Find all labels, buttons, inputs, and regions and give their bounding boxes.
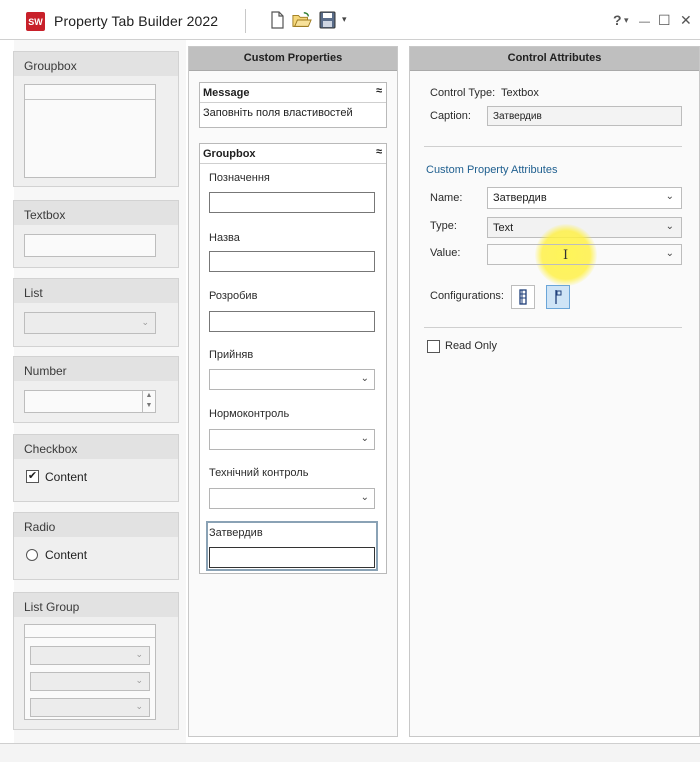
control-type-label: Control Type: [430, 87, 496, 99]
field-label: Нормоконтроль [209, 408, 290, 420]
control-type-value: Textbox [501, 87, 539, 99]
field-textbox[interactable] [209, 311, 375, 332]
field-dropdown[interactable]: ⌄ [209, 488, 375, 509]
message-text: Заповніть поля властивостей [203, 107, 353, 119]
palette-number[interactable]: Number ▲ ▼ [13, 356, 179, 423]
field-label: Прийняв [209, 349, 254, 361]
palette-radio-circle-icon [26, 549, 38, 561]
help-dropdown-icon[interactable]: ▾ [624, 15, 629, 26]
save-dropdown-icon[interactable]: ▾ [342, 14, 347, 25]
palette-list-label: List [14, 279, 178, 303]
palette-radio-content: Content [45, 548, 88, 562]
palette-textbox[interactable]: Textbox [13, 200, 179, 268]
field-label: Назва [209, 232, 240, 244]
palette-checkbox-content: Content [45, 470, 88, 484]
type-label: Type: [430, 220, 457, 232]
palette-number-preview: ▲ ▼ [24, 390, 156, 413]
collapse-icon[interactable]: ≈ [376, 85, 382, 97]
save-icon[interactable] [318, 11, 338, 29]
type-value: Text [493, 222, 514, 234]
read-only-label: Read Only [445, 340, 497, 352]
maximize-icon[interactable]: ☐ [658, 12, 671, 29]
palette-textbox-preview [24, 234, 156, 257]
name-label: Name: [430, 192, 463, 204]
message-group-title: Message [203, 87, 250, 99]
field-label: Розробив [209, 290, 258, 302]
palette-number-label: Number [14, 357, 178, 381]
palette-radio[interactable]: Radio Content [13, 512, 179, 580]
chevron-down-icon: ⌄ [665, 248, 674, 259]
caption-field[interactable]: Затвердив [487, 106, 682, 126]
name-value: Затвердив [493, 192, 547, 204]
all-configurations-button[interactable] [511, 285, 535, 309]
minimize-icon[interactable]: — [639, 16, 650, 28]
title-bar: SW Property Tab Builder 2022 ▾ ? ▾ — ☐ ✕ [0, 0, 700, 40]
message-group[interactable]: Message ≈ Заповніть поля властивостей [199, 82, 387, 128]
all-configurations-icon [519, 289, 527, 305]
palette-checkbox-check-icon: ✔ [26, 470, 39, 483]
palette-list-group-preview: ⌄ ⌄ ⌄ [24, 624, 156, 720]
close-icon[interactable]: ✕ [680, 12, 692, 29]
custom-properties-header: Custom Properties [189, 47, 397, 71]
section-divider [424, 146, 682, 147]
custom-property-attributes-title: Custom Property Attributes [426, 164, 558, 176]
palette-groupbox-label: Groupbox [14, 52, 178, 76]
window-title: Property Tab Builder 2022 [54, 13, 219, 29]
text-cursor-icon: I [563, 248, 569, 263]
palette-checkbox[interactable]: Checkbox ✔ Content [13, 434, 179, 502]
palette-checkbox-label: Checkbox [14, 435, 178, 459]
field-dropdown[interactable]: ⌄ [209, 369, 375, 390]
chevron-down-icon: ⌄ [360, 373, 369, 384]
palette-list-group[interactable]: List Group ⌄ ⌄ ⌄ [13, 592, 179, 730]
configurations-label: Configurations: [430, 290, 504, 302]
palette-list-preview: ⌄ [24, 312, 156, 334]
field-label: Позначення [209, 172, 270, 184]
help-icon[interactable]: ? [613, 12, 622, 28]
value-label: Value: [430, 247, 461, 259]
collapse-icon[interactable]: ≈ [376, 146, 382, 158]
section-divider [424, 327, 682, 328]
status-bar [0, 743, 700, 762]
control-attributes-header: Control Attributes [410, 47, 699, 71]
toolbar-divider [245, 9, 246, 33]
palette-radio-label: Radio [14, 513, 178, 537]
palette-groupbox[interactable]: Groupbox [13, 51, 179, 187]
field-label-selected: Затвердив [209, 527, 263, 539]
chevron-down-icon: ⌄ [665, 191, 674, 202]
open-folder-icon[interactable] [292, 11, 312, 29]
field-dropdown[interactable]: ⌄ [209, 429, 375, 450]
field-textbox[interactable] [209, 192, 375, 213]
control-attributes-panel: Control Attributes [409, 46, 700, 737]
new-document-icon[interactable] [267, 11, 287, 29]
groupbox-group-title: Groupbox [203, 148, 256, 160]
field-textbox-selected[interactable] [209, 547, 375, 568]
chevron-down-icon: ⌄ [360, 433, 369, 444]
palette-list[interactable]: List ⌄ [13, 278, 179, 347]
chevron-down-icon: ⌄ [360, 492, 369, 503]
chevron-down-icon: ⌄ [665, 221, 674, 232]
read-only-checkbox[interactable] [427, 340, 440, 353]
this-configuration-icon [555, 290, 562, 304]
field-textbox[interactable] [209, 251, 375, 272]
name-dropdown[interactable]: Затвердив ⌄ [487, 187, 682, 209]
value-dropdown[interactable]: ⌄ [487, 244, 682, 265]
palette-textbox-label: Textbox [14, 201, 178, 225]
caption-label: Caption: [430, 110, 471, 122]
this-configuration-button[interactable] [546, 285, 570, 309]
solidworks-logo-icon: SW [26, 12, 45, 31]
palette-list-group-label: List Group [14, 593, 178, 617]
field-label: Технічний контроль [209, 467, 309, 479]
